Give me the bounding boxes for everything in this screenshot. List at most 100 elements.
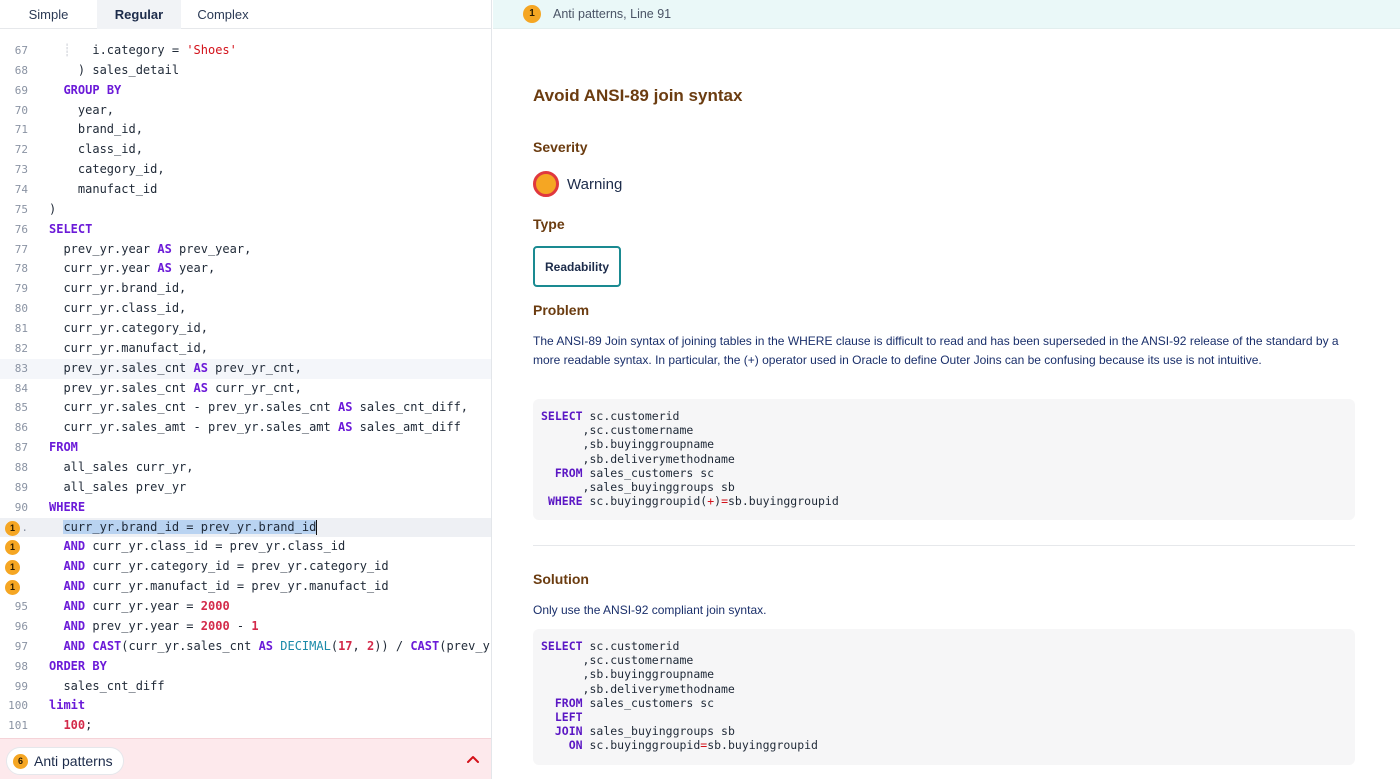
code-line[interactable]: 98 ORDER BY	[0, 657, 491, 677]
code-text: FROM	[49, 440, 78, 455]
anti-pattern-marker-icon[interactable]: 1	[5, 540, 20, 556]
code-text: prev_yr.sales_cnt AS curr_yr_cnt,	[49, 380, 302, 395]
code-line[interactable]: 82 curr_yr.manufact_id,	[0, 339, 491, 359]
line-number: 97	[14, 639, 28, 653]
code-text: curr_yr.sales_cnt - prev_yr.sales_cnt AS…	[49, 400, 469, 415]
example-code-line: FROM sales_customers sc	[554, 465, 715, 480]
code-line[interactable]: 101 100;	[0, 716, 491, 736]
severity-indicator: Warning	[533, 171, 622, 197]
tab-complex[interactable]: Complex	[181, 0, 265, 29]
code-line[interactable]: 74 manufact_id	[0, 180, 491, 200]
line-number: 73	[14, 163, 28, 177]
example-code-line: JOIN sales_buyinggroups sb	[554, 724, 735, 739]
code-line[interactable]: 83 prev_yr.sales_cnt AS prev_yr_cnt,	[0, 358, 491, 379]
example-code-line: ,sc.customername	[541, 423, 694, 438]
code-line[interactable]: 87 FROM	[0, 438, 491, 458]
code-line[interactable]: 84 prev_yr.sales_cnt AS curr_yr_cnt,	[0, 379, 491, 399]
line-number: 89	[14, 480, 28, 494]
code-line[interactable]: 81 curr_yr.category_id,	[0, 319, 491, 339]
code-line[interactable]: 79 curr_yr.brand_id,	[0, 279, 491, 299]
code-text: curr_yr.manufact_id,	[49, 340, 208, 355]
issue-badge: 1	[523, 5, 541, 23]
line-number: 76	[14, 222, 28, 236]
code-text: curr_yr.sales_amt - prev_yr.sales_amt AS…	[49, 420, 461, 435]
code-line[interactable]: 73 category_id,	[0, 160, 491, 180]
code-line[interactable]: 88 all_sales curr_yr,	[0, 458, 491, 478]
code-line[interactable]: .1 curr_yr.brand_id = prev_yr.brand_id	[0, 517, 491, 538]
code-line[interactable]: 85 curr_yr.sales_cnt - prev_yr.sales_cnt…	[0, 398, 491, 418]
code-line[interactable]: 80 curr_yr.class_id,	[0, 299, 491, 319]
example-code-line: ,sb.buyinggroupname	[541, 667, 715, 682]
line-number: 68	[14, 63, 28, 77]
line-number: 85	[14, 401, 28, 415]
line-number: 99	[14, 679, 28, 693]
code-text: curr_yr.year AS year,	[49, 261, 216, 276]
code-line[interactable]: 76 SELECT	[0, 220, 491, 240]
code-line[interactable]: 96 AND prev_yr.year = 2000 - 1	[0, 617, 491, 637]
anti-pattern-marker-icon[interactable]: 1	[5, 520, 20, 536]
code-text: AND curr_yr.category_id = prev_yr.catego…	[63, 559, 389, 574]
code-text: prev_yr.sales_cnt AS prev_yr_cnt,	[49, 360, 302, 375]
solution-description: Only use the ANSI-92 compliant join synt…	[533, 603, 767, 617]
code-line[interactable]: 1 AND curr_yr.class_id = prev_yr.class_i…	[0, 537, 491, 557]
line-number: 90	[14, 500, 28, 514]
code-editor[interactable]: 67 ┊ i.category = 'Shoes' 68 ) sales_deta…	[0, 41, 491, 738]
code-line[interactable]: 77 prev_yr.year AS prev_year,	[0, 240, 491, 260]
code-text: class_id,	[49, 142, 143, 157]
code-line[interactable]: 1 AND curr_yr.manufact_id = prev_yr.manu…	[0, 577, 491, 597]
line-number: 84	[14, 381, 28, 395]
code-line[interactable]: 72 class_id,	[0, 140, 491, 160]
code-line[interactable]: 95 AND curr_yr.year = 2000	[0, 597, 491, 617]
editor-pane: Simple Regular Complex 67 ┊ i.category =…	[0, 0, 492, 779]
example-code-line: ,sales_buyinggroups sb	[541, 480, 735, 495]
tab-simple[interactable]: Simple	[0, 0, 97, 29]
tab-regular[interactable]: Regular	[97, 0, 181, 29]
code-text: )	[49, 201, 57, 216]
line-number: 86	[14, 421, 28, 435]
code-line[interactable]: 86 curr_yr.sales_amt - prev_yr.sales_amt…	[0, 418, 491, 438]
code-text: AND prev_yr.year = 2000 - 1	[63, 618, 259, 633]
detail-pane: 1 Anti patterns, Line 91 Avoid ANSI-89 j…	[493, 0, 1400, 779]
anti-patterns-toggle[interactable]: 6 Anti patterns	[6, 747, 124, 775]
detail-header: 1 Anti patterns, Line 91	[493, 0, 1400, 29]
code-line[interactable]: 89 all_sales prev_yr	[0, 478, 491, 498]
solution-heading: Solution	[533, 571, 589, 587]
line-number: 100	[8, 699, 28, 713]
code-text: AND curr_yr.year = 2000	[63, 599, 230, 614]
example-code-line: SELECT sc.customerid	[541, 639, 680, 653]
code-text: limit	[49, 698, 86, 713]
code-line[interactable]: 1 AND curr_yr.category_id = prev_yr.cate…	[0, 557, 491, 577]
anti-patterns-count-badge: 6	[13, 753, 28, 769]
type-heading: Type	[533, 216, 565, 232]
code-line[interactable]: 97 AND CAST(curr_yr.sales_cnt AS DECIMAL…	[0, 637, 491, 657]
code-line[interactable]: 69 GROUP BY	[0, 81, 491, 101]
code-line[interactable]: 78 curr_yr.year AS year,	[0, 259, 491, 279]
code-text: WHERE	[49, 499, 86, 514]
problem-code-example: SELECT sc.customerid ,sc.customername ,s…	[533, 399, 1355, 520]
code-line[interactable]: 100 limit	[0, 696, 491, 716]
line-number: 79	[14, 282, 28, 296]
code-text: AND curr_yr.manufact_id = prev_yr.manufa…	[63, 579, 389, 594]
example-code-line: LEFT	[554, 710, 583, 725]
code-text: curr_yr.brand_id = prev_yr.brand_id	[63, 519, 318, 535]
line-number: 87	[14, 441, 28, 455]
code-line[interactable]: 99 sales_cnt_diff	[0, 677, 491, 697]
code-line[interactable]: 75)	[0, 200, 491, 220]
complexity-tabs: Simple Regular Complex	[0, 0, 491, 29]
anti-pattern-marker-icon[interactable]: 1	[5, 560, 20, 576]
line-number: 69	[14, 83, 28, 97]
code-line[interactable]: 90 WHERE	[0, 498, 491, 518]
anti-patterns-bar: 6 Anti patterns	[0, 738, 491, 779]
code-line[interactable]: 70 year,	[0, 101, 491, 121]
line-number: 96	[14, 619, 28, 633]
line-number: 75	[14, 202, 28, 216]
code-line[interactable]: 67 ┊ i.category = 'Shoes'	[0, 41, 491, 61]
code-line[interactable]: 71 brand_id,	[0, 120, 491, 140]
chevron-up-icon[interactable]	[465, 751, 481, 767]
code-line[interactable]: 68 ) sales_detail	[0, 61, 491, 81]
anti-pattern-marker-icon[interactable]: 1	[5, 580, 20, 596]
line-number: 95	[14, 600, 28, 614]
line-number: 71	[14, 123, 28, 137]
line-number: 67	[14, 44, 28, 57]
example-code-line: ,sb.deliverymethodname	[541, 451, 735, 466]
